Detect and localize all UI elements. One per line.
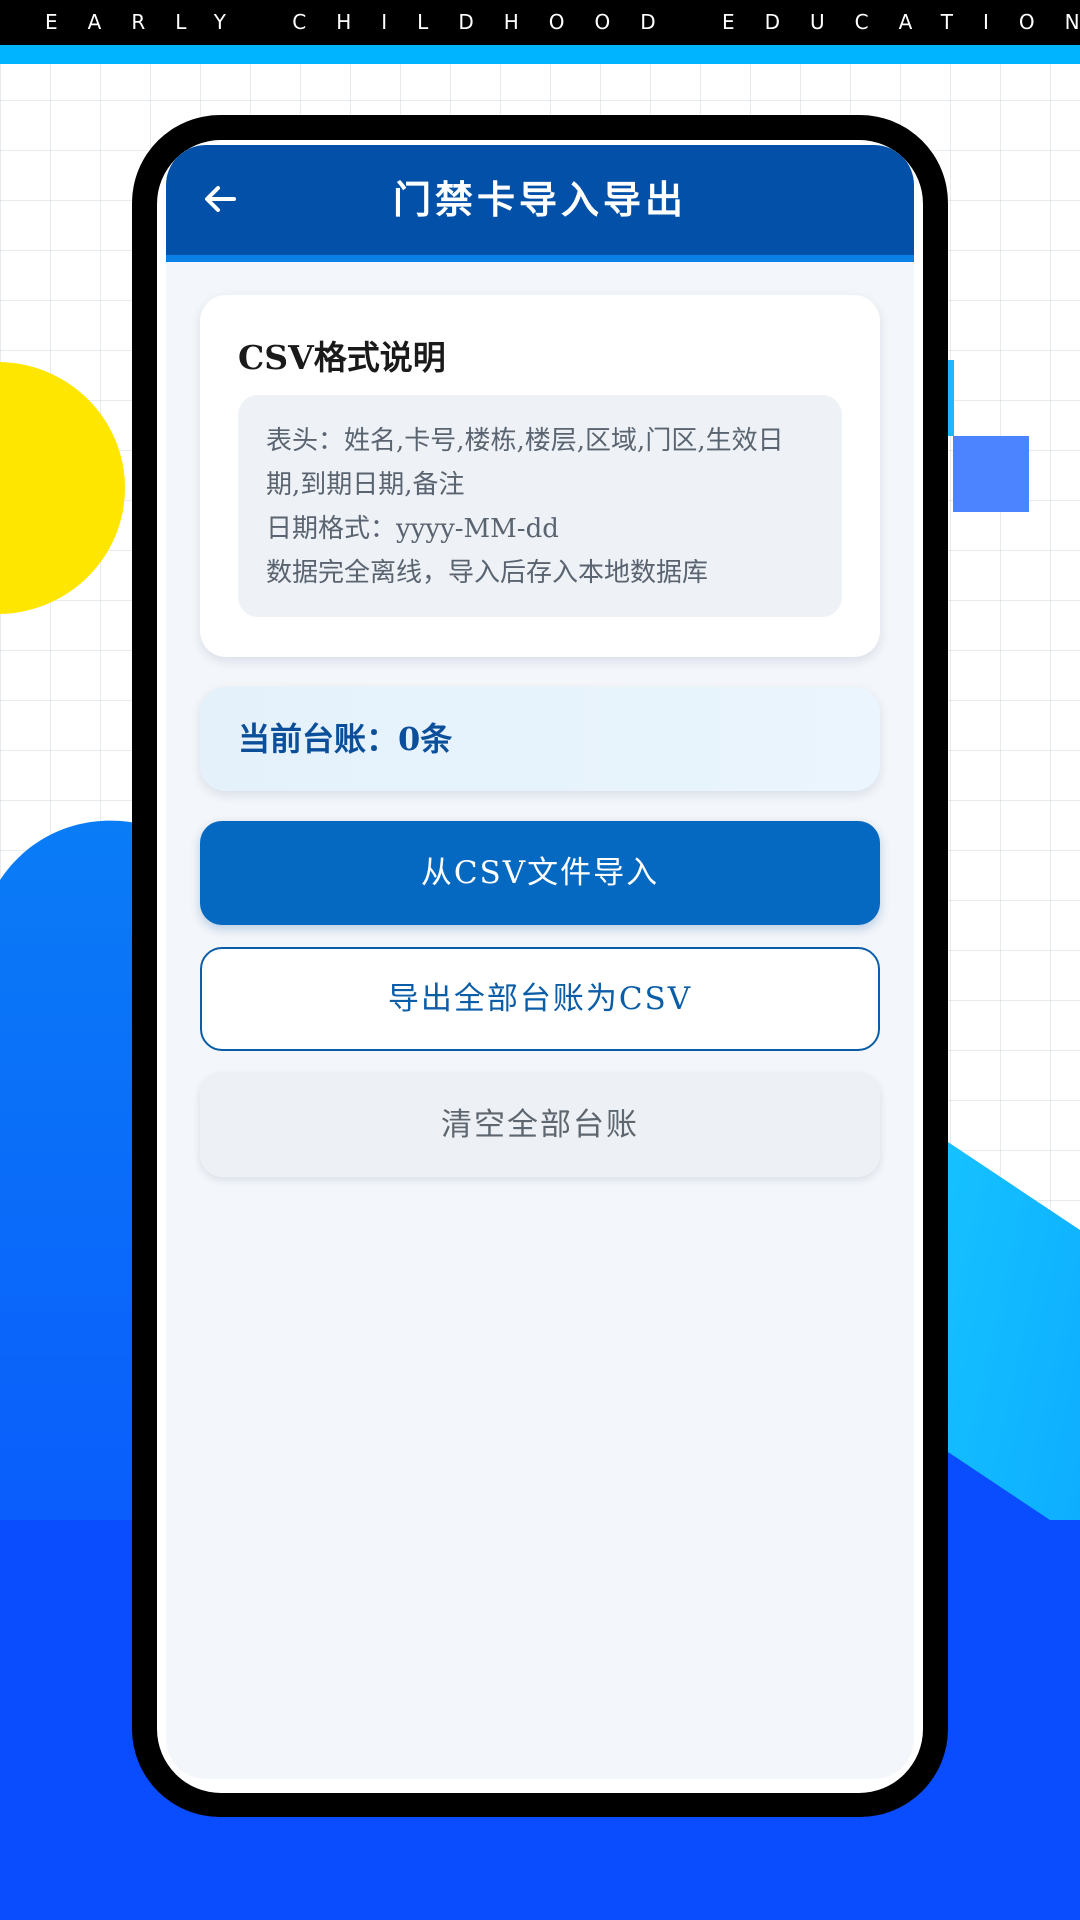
ledger-count-card: 当前台账：0条 <box>200 687 880 791</box>
export-csv-button[interactable]: 导出全部台账为CSV <box>200 947 880 1051</box>
banner-stripe <box>0 45 1080 64</box>
page-title: 门禁卡导入导出 <box>392 177 687 222</box>
phone-screen: 门禁卡导入导出 CSV格式说明 表头：姓名,卡号,楼栋,楼层,区域,门区,生效日… <box>157 140 923 1793</box>
import-csv-button[interactable]: 从CSV文件导入 <box>200 821 880 925</box>
csv-format-title: CSV格式说明 <box>238 338 446 377</box>
clear-ledger-button[interactable]: 清空全部台账 <box>200 1073 880 1177</box>
app-bar: 门禁卡导入导出 <box>166 145 914 262</box>
decorative-blue-square <box>953 436 1029 512</box>
date-format-line: 日期格式：yyyy-MM-dd <box>266 514 559 544</box>
arrow-left-icon <box>205 186 236 212</box>
back-button[interactable] <box>196 175 244 223</box>
offline-note-line: 数据完全离线，导入后存入本地数据库 <box>266 558 709 588</box>
csv-format-description: 表头：姓名,卡号,楼栋,楼层,区域,门区,生效日期,到期日期,备注 日期格式：y… <box>238 395 842 617</box>
decorative-yellow-circle <box>0 362 125 614</box>
app-screen: 门禁卡导入导出 CSV格式说明 表头：姓名,卡号,楼栋,楼层,区域,门区,生效日… <box>166 145 914 1779</box>
top-banner: EARLY CHILDHOOD EDUCATION <box>0 0 1080 45</box>
ledger-count-text: 当前台账：0条 <box>238 720 453 758</box>
csv-header-line: 表头：姓名,卡号,楼栋,楼层,区域,门区,生效日期,到期日期,备注 <box>266 426 784 500</box>
background-canvas: EARLY CHILDHOOD EDUCATION 门禁卡导入导出 CSV格式说… <box>0 0 1080 1920</box>
csv-format-card: CSV格式说明 表头：姓名,卡号,楼栋,楼层,区域,门区,生效日期,到期日期,备… <box>200 295 880 657</box>
